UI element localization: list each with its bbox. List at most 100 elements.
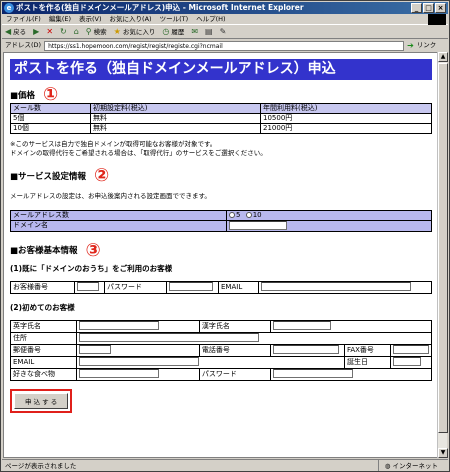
password2-input[interactable] — [273, 369, 354, 379]
table-row: ドメイン名 — [10, 220, 432, 232]
table-row: 5個 無料 10500円 — [10, 113, 432, 124]
menu-favorites[interactable]: お気に入り(A) — [110, 14, 152, 24]
menu-tools[interactable]: ツール(T) — [160, 14, 189, 24]
search-icon: ⚲ — [85, 26, 92, 36]
phone-cell — [270, 343, 345, 357]
kanji-name-label: 漢字氏名 — [198, 319, 272, 333]
table-header-cell: 初期設定料(税込) — [90, 103, 261, 114]
scroll-down-icon[interactable]: ▼ — [438, 448, 448, 458]
table-row: 10個 無料 21000円 — [10, 123, 432, 134]
print-icon: ▤ — [205, 26, 213, 36]
password-input[interactable] — [169, 282, 213, 292]
english-name-input[interactable] — [79, 321, 160, 331]
fax-input[interactable] — [393, 345, 429, 355]
links-label[interactable]: リンク — [417, 39, 437, 52]
domain-cell — [226, 220, 432, 232]
globe-icon: ◍ — [384, 462, 391, 470]
address-cell — [76, 331, 432, 345]
edit-button[interactable]: ✎ — [220, 25, 227, 39]
back-button[interactable]: ◀ 戻る — [5, 25, 26, 39]
fax-label: FAX番号 — [343, 343, 392, 357]
mail-count-label: メールアドレス数 — [10, 210, 227, 221]
vertical-scrollbar[interactable]: ▲ ▼ — [437, 52, 448, 458]
table-cell: 無料 — [90, 123, 261, 134]
go-arrow-icon[interactable]: ➔ — [407, 39, 414, 52]
table-row: 好きな食べ物 パスワード — [9, 367, 432, 381]
search-button[interactable]: ⚲ 検索 — [86, 25, 107, 39]
menu-file[interactable]: ファイル(F) — [6, 14, 41, 24]
customer-no-cell — [74, 280, 105, 294]
scroll-up-icon[interactable]: ▲ — [438, 52, 448, 62]
history-button[interactable]: ◷ 履歴 — [162, 25, 184, 39]
table-header-cell: メール数 — [10, 103, 91, 114]
table-cell: 21000円 — [260, 123, 432, 134]
submit-button[interactable]: 申 込 す る — [14, 392, 69, 409]
phone-label: 電話番号 — [198, 343, 272, 357]
radio-5[interactable] — [229, 212, 235, 218]
toolbar: ◀ 戻る ▶ ✕ ↻ ⌂ ⚲ 検索 ★ お気に入り ◷ 履歴 ✉ ▤ ✎ — [2, 25, 448, 39]
print-button[interactable]: ▤ — [205, 25, 213, 39]
phone-input[interactable] — [273, 345, 340, 355]
history-icon: ◷ — [162, 26, 170, 36]
stop-icon: ✕ — [46, 26, 54, 36]
email2-label: EMAIL — [9, 355, 78, 369]
address-input[interactable] — [79, 333, 260, 343]
domain-label: ドメイン名 — [10, 220, 227, 232]
home-button[interactable]: ⌂ — [74, 25, 79, 39]
existing-customer-title: (1)既に「ドメインのおうち」をご利用のお客様 — [10, 263, 173, 273]
english-name-cell — [76, 319, 200, 333]
password2-label: パスワード — [198, 367, 272, 381]
status-bar: ページが表示されました ◍ インターネット — [2, 459, 448, 471]
zip-input[interactable] — [79, 345, 112, 355]
step-badge-1: ① — [43, 84, 59, 105]
radio-10[interactable] — [245, 212, 252, 218]
menu-help[interactable]: ヘルプ(H) — [196, 14, 225, 24]
step-badge-3: ③ — [85, 239, 101, 261]
menu-view[interactable]: 表示(V) — [79, 14, 102, 24]
email2-input[interactable] — [79, 357, 200, 367]
table-row: お客様番号 パスワード EMAIL — [10, 280, 432, 294]
email-input[interactable] — [261, 282, 411, 292]
close-button[interactable]: × — [435, 3, 446, 13]
page-title: ポストを作る（独自ドメインメールアドレス）申込 — [10, 59, 432, 80]
address-input[interactable]: https://ss1.hopemoon.com/regist/regist/r… — [44, 40, 405, 51]
birthday-input[interactable] — [393, 357, 421, 367]
table-cell: 10500円 — [260, 113, 432, 124]
address-label: 住所 — [9, 331, 78, 345]
food-input[interactable] — [79, 369, 160, 379]
scroll-thumb[interactable] — [438, 63, 448, 433]
mail-icon: ✉ — [191, 26, 199, 36]
table-cell: 10個 — [10, 123, 91, 134]
table-row: 住所 — [9, 331, 432, 345]
stop-button[interactable]: ✕ — [46, 25, 53, 39]
refresh-icon: ↻ — [60, 26, 67, 36]
customer-no-input[interactable] — [77, 282, 99, 292]
minimize-button[interactable]: _ — [411, 3, 422, 13]
birthday-label: 誕生日 — [343, 355, 392, 369]
english-name-label: 英字氏名 — [9, 319, 78, 333]
zip-cell — [76, 343, 200, 357]
home-icon: ⌂ — [73, 26, 79, 36]
domain-input[interactable] — [229, 221, 287, 230]
table-cell: 無料 — [90, 113, 261, 124]
mail-button[interactable]: ✉ — [191, 25, 198, 39]
favorites-button[interactable]: ★ お気に入り — [114, 25, 156, 39]
edit-icon: ✎ — [219, 26, 227, 36]
security-zone: ◍ インターネット — [377, 460, 448, 471]
forward-button[interactable]: ▶ — [33, 25, 39, 39]
password-label: パスワード — [104, 280, 167, 294]
window-title: ポストを作る(独自ドメインメールアドレス)申込 - Microsoft Inte… — [16, 3, 304, 12]
table-row: メールアドレス数 5 10 — [10, 210, 432, 221]
table-cell: 5個 — [10, 113, 91, 124]
table-row: メール数 初期設定料(税込) 年間利用料(税込) — [10, 103, 432, 114]
refresh-button[interactable]: ↻ — [60, 25, 67, 39]
back-arrow-icon: ◀ — [5, 26, 12, 36]
kanji-name-input[interactable] — [273, 321, 332, 331]
maximize-button[interactable]: □ — [423, 3, 434, 13]
food-label: 好きな食べ物 — [9, 367, 78, 381]
price-note: ※このサービスは自力で独自ドメインが取得可能なお客様が対象です。 ドメインの取得… — [10, 140, 267, 157]
address-bar: アドレス(D) https://ss1.hopemoon.com/regist/… — [2, 39, 448, 52]
menu-edit[interactable]: 編集(E) — [49, 14, 71, 24]
table-row: 英字氏名 漢字氏名 — [9, 319, 432, 333]
ie-icon: e — [4, 3, 14, 13]
